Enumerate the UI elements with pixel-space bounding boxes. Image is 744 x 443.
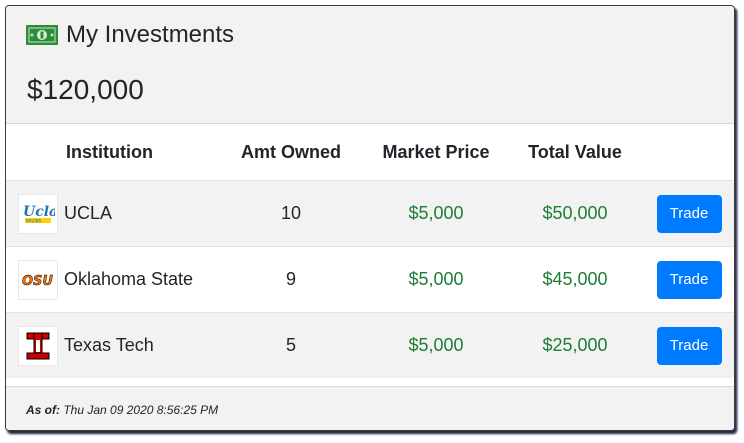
svg-text:OSU: OSU	[22, 274, 53, 289]
institution-name: Oklahoma State	[64, 269, 194, 289]
trade-button[interactable]: Trade	[656, 260, 722, 299]
portfolio-total: $120,000	[27, 74, 144, 105]
table-row: Texas Tech 5 $5,000 $25,000 Trade	[6, 312, 734, 378]
as-of-label: As of:	[26, 403, 60, 417]
institution-cell: Ucla BRUINS UCLA	[6, 180, 216, 247]
trade-button[interactable]: Trade	[656, 326, 722, 365]
column-header-total-value: Total Value	[506, 124, 644, 181]
trade-button[interactable]: Trade	[656, 194, 722, 233]
ucla-logo: Ucla BRUINS	[18, 193, 58, 234]
amt-owned-cell: 10	[216, 180, 366, 247]
page-title: My Investments	[66, 21, 235, 48]
table-row: OSU Oklahoma State 9 $5,000 $45,000 Trad…	[6, 246, 734, 313]
as-of-timestamp: As of: Thu Jan 09 2020 8:56:25 PM	[26, 403, 218, 417]
market-price-cell: $5,000	[366, 180, 506, 247]
amt-owned-cell: 5	[216, 312, 366, 378]
action-cell: Trade	[644, 312, 734, 378]
institution-name: UCLA	[64, 203, 113, 223]
title-row: My Investments	[26, 21, 234, 49]
market-price-cell: $5,000	[366, 312, 506, 378]
institution-name: Texas Tech	[64, 335, 154, 355]
card-header: My Investments $120,000	[6, 6, 734, 124]
institution-cell: OSU Oklahoma State	[6, 246, 216, 313]
table-header-row: Institution Amt Owned Market Price Total…	[6, 124, 734, 181]
action-cell: Trade	[644, 246, 734, 313]
holdings-table: Institution Amt Owned Market Price Total…	[6, 124, 734, 378]
column-header-action	[644, 124, 734, 181]
column-header-market-price: Market Price	[366, 124, 506, 181]
card-footer: As of: Thu Jan 09 2020 8:56:25 PM	[6, 386, 734, 430]
action-cell: Trade	[644, 180, 734, 247]
column-header-institution: Institution	[6, 124, 216, 181]
total-value-cell: $45,000	[506, 246, 644, 313]
osu-logo: OSU	[18, 259, 58, 300]
as-of-value: Thu Jan 09 2020 8:56:25 PM	[63, 403, 219, 417]
market-price-cell: $5,000	[366, 246, 506, 313]
svg-text:BRUINS: BRUINS	[26, 218, 42, 223]
amt-owned-cell: 9	[216, 246, 366, 313]
total-value-cell: $25,000	[506, 312, 644, 378]
table-row: Ucla BRUINS UCLA 10 $5,000 $50,000 Trade	[6, 180, 734, 247]
texas-tech-logo	[18, 325, 58, 366]
money-bill-icon	[26, 25, 58, 45]
holdings-table-wrap: Institution Amt Owned Market Price Total…	[6, 124, 734, 394]
investments-card: My Investments $120,000 Institution Amt …	[5, 5, 735, 431]
institution-cell: Texas Tech	[6, 312, 216, 378]
total-value-cell: $50,000	[506, 180, 644, 247]
column-header-amt-owned: Amt Owned	[216, 124, 366, 181]
